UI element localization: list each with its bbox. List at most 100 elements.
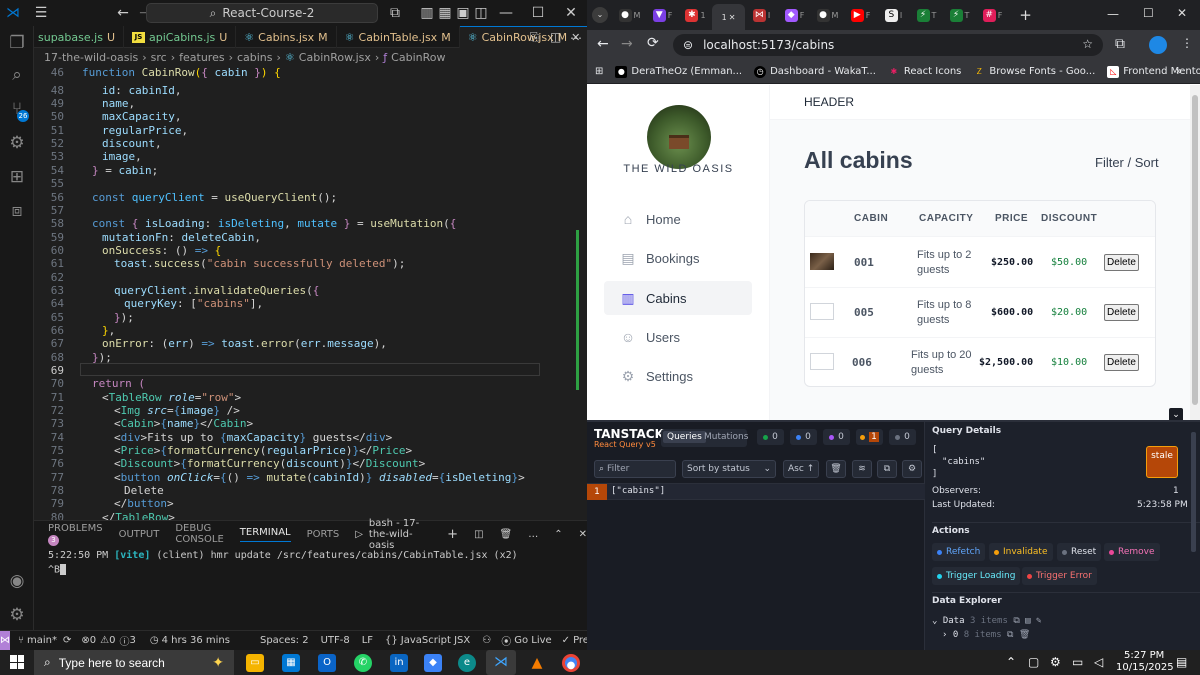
whatsapp-icon[interactable]: ✆ — [354, 654, 372, 672]
split-terminal-icon[interactable]: ◫ — [474, 529, 483, 540]
sync-icon[interactable]: ⟳ — [63, 635, 71, 646]
encoding[interactable]: UTF-8 — [321, 635, 350, 646]
tab-terminal[interactable]: TERMINAL — [239, 527, 291, 542]
git-app-icon[interactable]: ◆ — [424, 654, 442, 672]
browser-tab[interactable]: # F — [976, 4, 1009, 26]
kill-terminal-icon[interactable]: 🗑 — [500, 529, 513, 540]
language-mode[interactable]: JavaScript JSX — [401, 635, 470, 646]
terminal-output[interactable]: 5:22:50 PM [vite] (client) hmr update /s… — [48, 550, 518, 561]
site-info-icon[interactable]: ⊜ — [683, 38, 693, 52]
forward-icon[interactable]: → — [621, 36, 633, 52]
open-changes-icon[interactable]: ⎘ — [530, 30, 540, 45]
debug-icon[interactable]: ⚙ — [4, 130, 30, 156]
copy-icon[interactable]: ⧉ ▤ ✎ — [1013, 616, 1041, 626]
sidebar-item-settings[interactable]: ⚙ Settings — [604, 359, 752, 393]
data-tree-root[interactable]: ⌄ Data 3 items ⧉ ▤ ✎ — [932, 616, 1041, 626]
apps-icon[interactable]: ⊞ — [595, 66, 603, 77]
more-icon[interactable]: … — [528, 529, 538, 540]
copy-icon[interactable]: ⧉ 🗑 — [1007, 630, 1030, 640]
tab-debug-console[interactable]: DEBUG CONSOLE — [175, 523, 223, 545]
chrome-menu-icon[interactable]: ⋮ — [1181, 36, 1193, 50]
explorer-icon[interactable]: ❐ — [4, 30, 30, 56]
warning-count[interactable]: 0 — [109, 635, 115, 646]
remote-explorer-icon[interactable]: ⧈ — [4, 198, 30, 224]
browser-tab[interactable]: ● M — [613, 4, 646, 26]
browser-tab[interactable]: ⋈ I — [745, 4, 778, 26]
taskbar-search[interactable]: ⌕ Type here to search ✦ — [34, 650, 234, 675]
tab-cabintable[interactable]: ⚛ CabinTable.jsx M — [337, 26, 460, 48]
volume-icon[interactable]: ◁ — [1094, 655, 1103, 669]
search-icon[interactable]: ⌕ — [4, 62, 30, 88]
terminal-name[interactable]: bash - 17-the-wild-oasis — [369, 518, 431, 551]
sort-direction-button[interactable]: Asc ↑ — [783, 460, 819, 478]
extensions-icon[interactable]: ⧉ — [1115, 36, 1125, 52]
bookmark[interactable]: ● DeraTheOz (Emman... — [615, 65, 742, 78]
reset-button[interactable]: Reset — [1057, 543, 1102, 561]
reload-icon[interactable]: ⟳ — [647, 35, 659, 51]
maximize-icon[interactable]: ☐ — [1143, 6, 1154, 20]
sidebar-item-home[interactable]: ⌂ Home — [604, 202, 752, 236]
browser-tab[interactable]: ✱ 1 — [679, 4, 712, 26]
code-editor[interactable]: 46 48 49 50 51 52 53 54 55 56 57 58 59 60 61 62 63 64 65 66… — [34, 66, 587, 520]
close-icon[interactable]: ✕ — [560, 2, 582, 24]
close-tab-icon[interactable]: ✕ — [729, 13, 736, 22]
page-scrollbar[interactable] — [1190, 85, 1200, 420]
delete-button[interactable]: Delete — [1104, 354, 1139, 371]
tray-app-icon[interactable]: ▢ — [1028, 655, 1039, 669]
close-panel-icon[interactable]: ✕ — [579, 529, 587, 540]
tray-chevron-icon[interactable]: ⌃ — [1006, 655, 1016, 669]
remove-button[interactable]: Remove — [1104, 543, 1160, 561]
wakatime[interactable]: 4 hrs 36 mins — [162, 635, 230, 646]
indentation[interactable]: Spaces: 2 — [260, 635, 309, 646]
tab-apicabins[interactable]: JS apiCabins.js U — [124, 26, 237, 48]
details-scrollbar[interactable] — [1191, 432, 1196, 552]
edge-icon[interactable]: e — [458, 654, 476, 672]
vscode-taskbar-icon[interactable]: ⋊ — [486, 650, 516, 675]
breadcrumb-item[interactable]: cabins — [237, 51, 273, 64]
command-center-search[interactable]: ⌕ React-Course-2 — [146, 3, 378, 23]
new-tab-icon[interactable]: + — [1009, 4, 1042, 26]
browser-tab[interactable]: ◆ F — [778, 4, 811, 26]
delete-button[interactable]: Delete — [1104, 254, 1139, 271]
query-row[interactable]: 1 ["cabins"] — [587, 483, 925, 500]
chrome-taskbar-icon[interactable]: ● — [562, 654, 580, 672]
split-editor-icon[interactable]: ◫ — [550, 30, 561, 44]
maximize-icon[interactable]: ☐ — [527, 2, 549, 24]
breadcrumb-item[interactable]: src — [151, 51, 167, 64]
tab-cabins[interactable]: ⚛ Cabins.jsx M — [236, 26, 337, 48]
clock-date[interactable]: 10/15/2025 — [1116, 662, 1174, 673]
browser-tab-active[interactable]: 1 ✕ — [712, 4, 745, 30]
browser-tab[interactable]: SI — [877, 4, 910, 26]
trigger-loading-button[interactable]: Trigger Loading — [932, 567, 1021, 585]
tray-network-app-icon[interactable]: ⚙ — [1050, 655, 1061, 669]
invalidate-button[interactable]: Invalidate — [989, 543, 1053, 561]
breadcrumb-item[interactable]: 17-the-wild-oasis — [44, 51, 138, 64]
browser-tab[interactable]: ▼ F — [646, 4, 679, 26]
back-icon[interactable]: ← — [597, 36, 609, 52]
settings-button[interactable]: ⚙ — [902, 460, 922, 478]
new-terminal-icon[interactable]: + — [447, 527, 458, 542]
copilot-status-icon[interactable]: ⚇ — [482, 635, 491, 646]
vlc-icon[interactable]: ▲ — [528, 654, 546, 672]
data-tree-node[interactable]: › 0 8 items ⧉ 🗑 — [942, 630, 1030, 640]
maximize-panel-icon[interactable]: ⌃ — [554, 529, 562, 540]
mock-offline-button[interactable]: ≋ — [852, 460, 872, 478]
battery-icon[interactable]: ▭ — [1072, 655, 1083, 669]
clear-cache-button[interactable]: 🗑 — [826, 460, 846, 478]
tab-supabase[interactable]: supabase.js U — [34, 26, 124, 48]
breadcrumb-item[interactable]: CabinRow.jsx — [299, 51, 371, 64]
more-actions-icon[interactable]: … — [570, 28, 582, 42]
browser-tab[interactable]: ▶ F — [844, 4, 877, 26]
back-arrow-icon[interactable]: ← — [112, 2, 134, 24]
start-icon[interactable] — [10, 655, 24, 669]
file-explorer-icon[interactable]: ▭ — [246, 654, 264, 672]
menu-icon[interactable]: ☰ — [30, 2, 52, 24]
tab-output[interactable]: OUTPUT — [119, 529, 160, 540]
manage-gear-icon[interactable]: ⚙ — [4, 602, 30, 628]
more-bookmarks-icon[interactable]: » — [1176, 66, 1182, 77]
address-bar[interactable]: ⊜ localhost:5173/cabins ☆ — [673, 34, 1103, 56]
copilot-icon[interactable]: ⧉ — [384, 2, 406, 24]
refetch-button[interactable]: Refetch — [932, 543, 986, 561]
bookmark[interactable]: ◺Frontend Mentor | F... — [1107, 65, 1200, 78]
tab-problems[interactable]: PROBLEMS 3 — [48, 523, 103, 546]
